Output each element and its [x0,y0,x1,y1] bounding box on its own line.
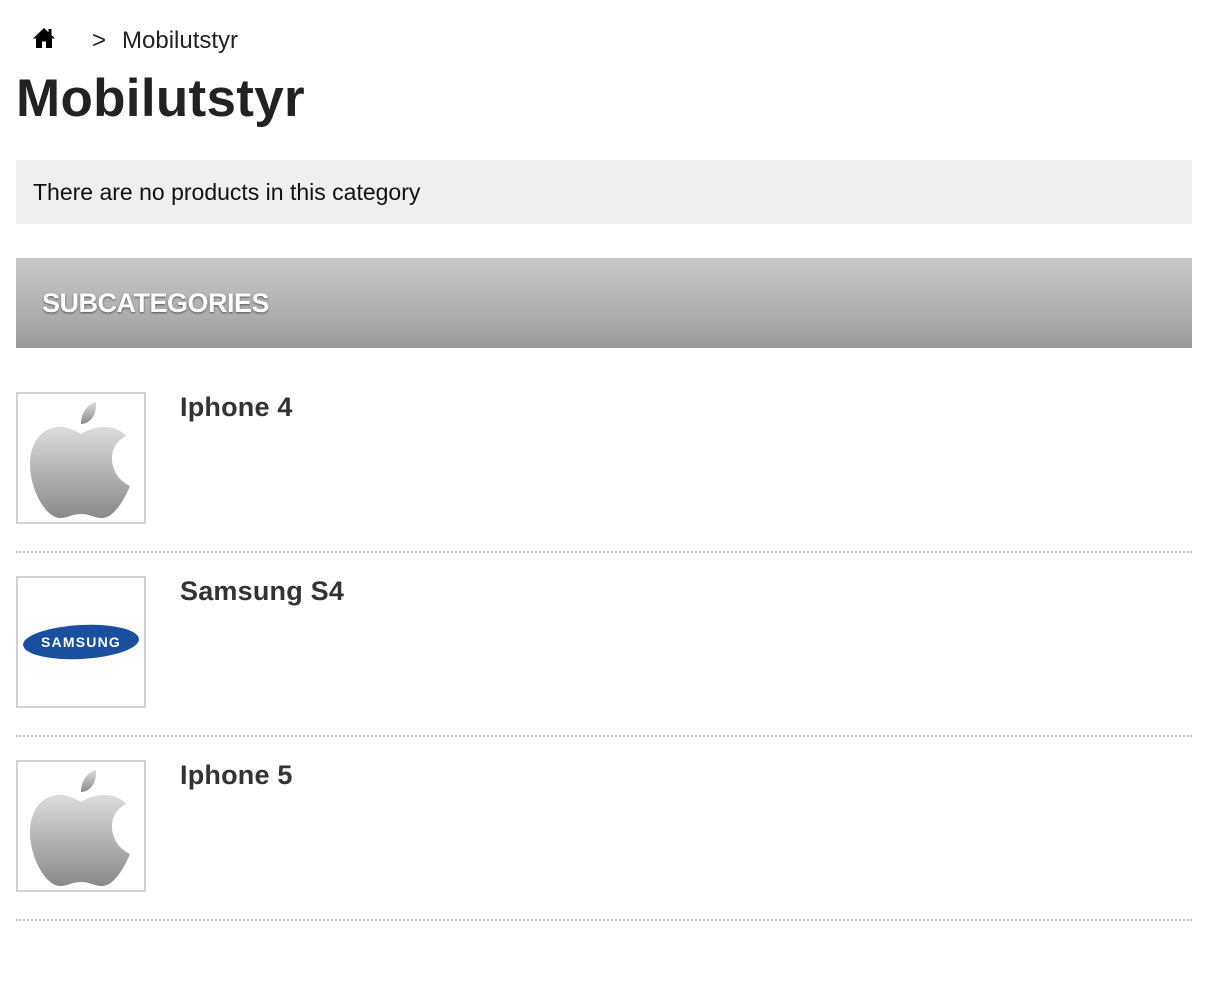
subcategories-title: SUBCATEGORIES [42,287,270,318]
subcategory-thumbnail[interactable]: SAMSUNG [16,576,146,708]
subcategory-thumbnail[interactable] [16,760,146,892]
subcategory-item: Iphone 5 [16,760,1192,944]
breadcrumb-current: Mobilutstyr [122,27,239,54]
subcategory-thumbnail[interactable] [16,392,146,524]
samsung-logo-text: SAMSUNG [41,634,121,650]
breadcrumb-separator: > [92,27,107,54]
subcategory-name[interactable]: Iphone 4 [180,392,293,423]
apple-logo-icon [30,770,130,886]
samsung-logo-icon: SAMSUNG [23,624,139,660]
subcategory-list: Iphone 4 SAMSUNG Samsung S4 Iphone 5 [16,392,1192,944]
empty-category-notice: There are no products in this category [16,160,1192,224]
notice-text: There are no products in this category [33,178,421,205]
breadcrumb: > Mobilutstyr [32,24,238,58]
subcategory-item: SAMSUNG Samsung S4 [16,576,1192,760]
home-link[interactable] [32,26,56,50]
home-icon [33,28,55,48]
subcategories-header: SUBCATEGORIES [16,258,1192,348]
page: > Mobilutstyr Mobilutstyr There are no p… [0,0,1226,994]
subcategory-name[interactable]: Iphone 5 [180,760,293,791]
subcategory-name[interactable]: Samsung S4 [180,576,344,607]
subcategory-item: Iphone 4 [16,392,1192,576]
apple-logo-icon [30,402,130,518]
page-title: Mobilutstyr [16,69,305,128]
